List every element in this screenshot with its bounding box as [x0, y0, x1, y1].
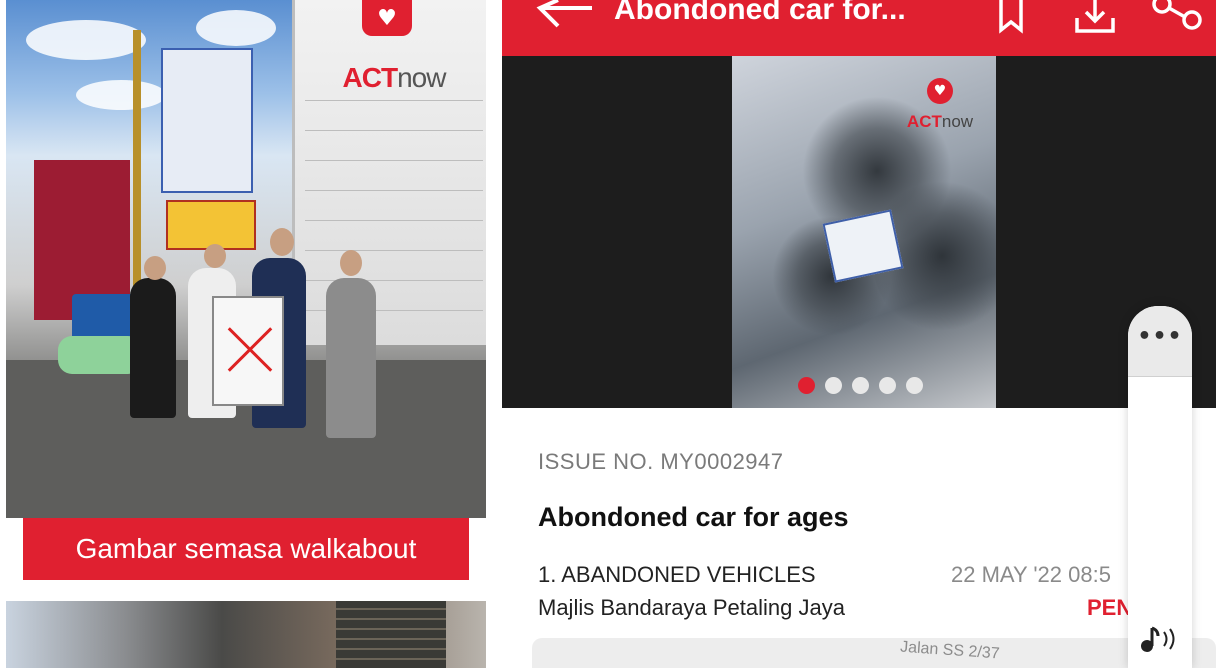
page-dot-active[interactable]: [798, 377, 815, 394]
heart-icon: ♥: [927, 78, 953, 104]
download-icon[interactable]: [1074, 0, 1116, 40]
issue-number: ISSUE NO. MY0002947: [538, 449, 784, 474]
photo-gallery[interactable]: ♥ ACTnow: [502, 56, 1216, 408]
floating-widget[interactable]: •••: [1128, 306, 1192, 668]
app-screen: Abondoned car for... ♥ ACTnow ISSUE NO. …: [502, 0, 1216, 668]
page-dot[interactable]: [906, 377, 923, 394]
walkabout-photo: ♥ ACTnow: [6, 0, 486, 518]
page-dot[interactable]: [825, 377, 842, 394]
heart-hands-icon: ♥: [362, 0, 412, 36]
actnow-logo: ♥ ACTnow: [324, 0, 464, 93]
gallery-pagination: [798, 377, 923, 394]
music-note-icon[interactable]: [1138, 624, 1182, 654]
issue-title: Abondoned car for ages: [538, 502, 849, 532]
gallery-photo[interactable]: ♥ ACTnow: [732, 56, 996, 408]
page-dot[interactable]: [852, 377, 869, 394]
location-map[interactable]: [532, 638, 1216, 668]
actnow-watermark: ♥ ACTnow: [900, 74, 980, 134]
status-badge: PEN: [1087, 595, 1133, 620]
share-icon[interactable]: [1148, 0, 1204, 40]
issue-date: 22 MAY '22 08:5: [951, 562, 1111, 587]
page-title: Abondoned car for...: [614, 0, 906, 26]
back-arrow-icon[interactable]: [536, 0, 596, 30]
issue-council: Majlis Bandaraya Petaling Jaya: [538, 595, 845, 620]
photo-caption: Gambar semasa walkabout: [23, 518, 469, 580]
more-options-button[interactable]: •••: [1128, 306, 1192, 376]
page-dot[interactable]: [879, 377, 896, 394]
app-bar: Abondoned car for...: [502, 0, 1216, 56]
more-icon: •••: [1137, 324, 1183, 349]
bookmark-icon[interactable]: [998, 0, 1024, 40]
collage-panel: ♥ ACTnow Gambar semasa walkabout: [0, 0, 492, 668]
issue-category: 1. ABANDONED VEHICLES: [538, 562, 816, 587]
street-photo: [6, 601, 486, 668]
